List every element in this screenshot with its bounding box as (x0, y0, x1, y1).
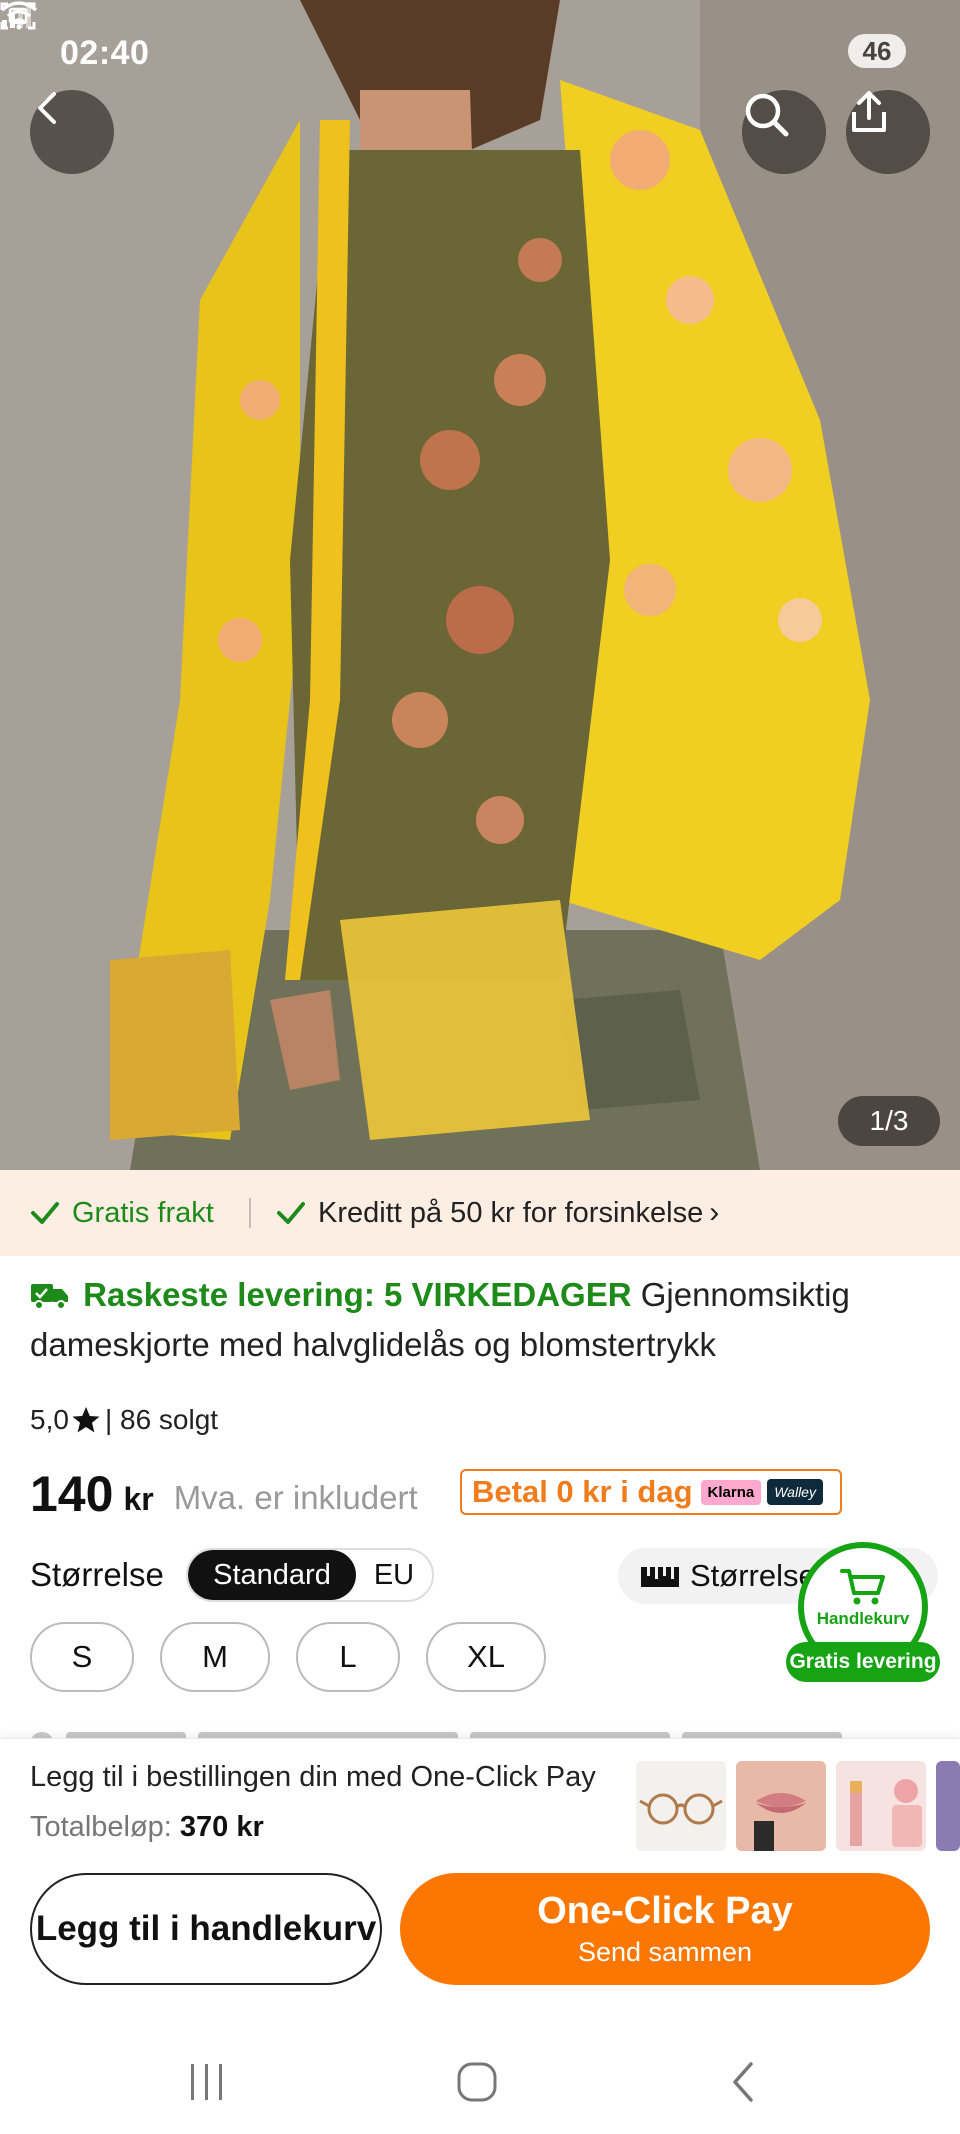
check-icon (277, 1202, 305, 1224)
search-button[interactable] (742, 90, 826, 174)
bottom-action-sheet: Legg til i bestillingen din med One-Clic… (0, 1738, 960, 2134)
star-icon (72, 1407, 100, 1433)
cart-icon (840, 1569, 885, 1605)
promo-divider (249, 1198, 251, 1228)
size-eu-tab[interactable]: EU (356, 1550, 432, 1600)
rating-value: 5,0 (30, 1404, 69, 1435)
walley-logo: Walley (767, 1479, 823, 1505)
system-back-button[interactable] (710, 2047, 780, 2117)
chevron-left-icon (733, 2062, 753, 2102)
truck-icon (31, 1284, 68, 1310)
size-option-m[interactable]: M (160, 1622, 270, 1692)
fast-delivery-label: Raskeste levering: 5 VIRKEDAGER (83, 1276, 632, 1313)
image-counter: 1/3 (838, 1096, 940, 1146)
one-click-promo: Legg til i bestillingen din med One-Clic… (30, 1761, 596, 1793)
product-image[interactable]: 02:40 46 1/3 (0, 0, 960, 1170)
back-button[interactable] (30, 90, 114, 174)
pay-later-badge[interactable]: Betal 0 kr i dag Klarna Walley (460, 1469, 842, 1515)
size-system-toggle[interactable]: Standard EU (186, 1548, 434, 1602)
pay-later-text: Betal 0 kr i dag (472, 1474, 693, 1509)
floating-cart-button[interactable]: Handlekurv Gratis levering (786, 1542, 940, 1682)
lips-image (736, 1761, 826, 1851)
late-credit-label: Kreditt på 50 kr for forsinkelse (318, 1196, 704, 1229)
blouse-illustration (0, 0, 960, 1170)
share-icon (852, 91, 886, 132)
price-value: 140 (30, 1466, 114, 1522)
total-label: Totalbeløp: (30, 1811, 172, 1843)
free-shipping-label: Gratis frakt (72, 1196, 214, 1229)
order-item-thumbnail[interactable] (736, 1761, 826, 1851)
product-title: Raskeste levering: 5 VIRKEDAGER Gjennoms… (30, 1270, 930, 1370)
total-value: 370 kr (179, 1811, 264, 1843)
system-nav-bar (0, 2031, 960, 2131)
check-icon (31, 1202, 59, 1224)
price-row: 140 kr Mva. er inkludert (30, 1456, 418, 1532)
glasses-image (639, 1793, 723, 1825)
late-credit-link[interactable]: Kreditt på 50 kr for forsinkelse › (276, 1170, 719, 1256)
size-option-s[interactable]: S (30, 1622, 134, 1692)
size-standard-tab[interactable]: Standard (188, 1550, 356, 1600)
vat-note: Mva. er inkludert (173, 1479, 418, 1516)
home-button[interactable] (442, 2047, 512, 2117)
size-label: Størrelse (30, 1556, 164, 1593)
order-item-thumbnail[interactable] (636, 1761, 726, 1851)
signal-icon (2, 2, 31, 28)
chevron-left-icon (38, 92, 56, 124)
promo-strip: Gratis frakt Kreditt på 50 kr for forsin… (0, 1170, 960, 1256)
price-currency: kr (123, 1480, 154, 1517)
lipgloss-image (836, 1761, 926, 1851)
free-shipping: Gratis frakt (30, 1170, 214, 1256)
recent-apps-icon (191, 2064, 222, 2100)
send-together-label: Send sammen (577, 1937, 753, 1967)
battery-indicator: 46 (848, 34, 906, 68)
order-item-thumbnail[interactable] (936, 1761, 960, 1851)
cart-label: Handlekurv (816, 1609, 910, 1628)
size-option-l[interactable]: L (296, 1622, 400, 1692)
search-icon (745, 93, 789, 137)
status-time: 02:40 (60, 34, 150, 72)
total-amount: Totalbeløp: 370 kr (30, 1811, 264, 1844)
size-option-xl[interactable]: XL (426, 1622, 546, 1692)
status-bar: 02:40 46 (0, 0, 960, 106)
recent-apps-button[interactable] (172, 2047, 242, 2117)
home-icon (457, 2062, 497, 2102)
add-to-cart-button[interactable]: Legg til i handlekurv (30, 1873, 382, 1985)
share-button[interactable] (846, 90, 930, 174)
chevron-right-icon: › (709, 1196, 720, 1229)
free-delivery-pill: Gratis levering (786, 1642, 940, 1682)
order-item-thumbnail[interactable] (836, 1761, 926, 1851)
one-click-pay-button[interactable]: One-Click Pay Send sammen (400, 1873, 930, 1985)
rating-row[interactable]: 5,0 | 86 solgt (30, 1404, 218, 1436)
one-click-pay-label: One-Click Pay (537, 1890, 793, 1932)
klarna-logo: Klarna (700, 1479, 762, 1505)
sold-count: | 86 solgt (104, 1404, 219, 1435)
ruler-icon (641, 1567, 679, 1587)
